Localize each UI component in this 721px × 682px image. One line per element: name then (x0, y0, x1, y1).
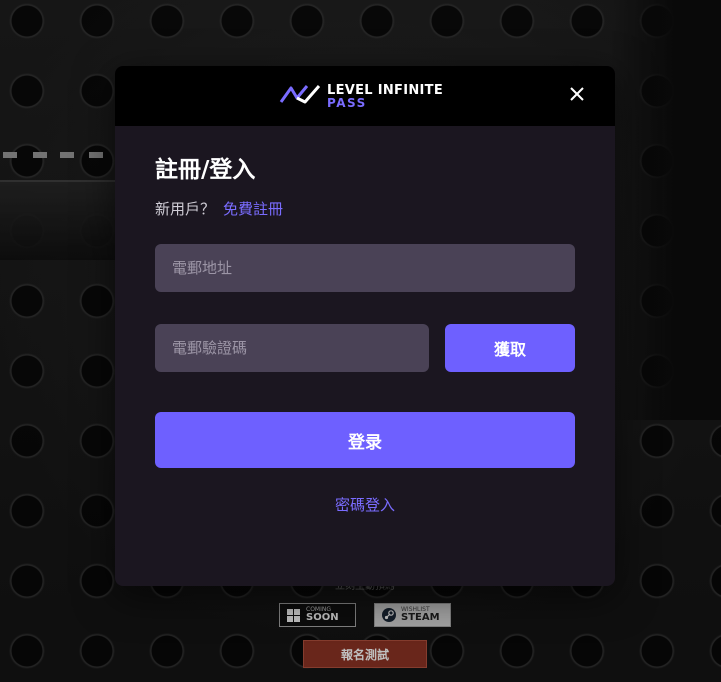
new-user-line: 新用戶？ 免費註冊 (155, 198, 283, 219)
close-icon (569, 86, 585, 106)
password-login-link[interactable]: 密碼登入 (115, 494, 615, 515)
level-infinite-pass-logo: LEVEL INFINITE PASS (279, 83, 454, 109)
modal-header: LEVEL INFINITE PASS (115, 66, 615, 126)
email-field[interactable] (155, 244, 575, 292)
get-code-button[interactable]: 獲取 (445, 324, 575, 372)
logo-text-main: LEVEL INFINITE (327, 82, 444, 98)
register-link[interactable]: 免費註冊 (223, 198, 283, 219)
verification-code-field[interactable] (155, 324, 429, 372)
modal-title: 註冊/登入 (155, 157, 256, 183)
new-user-prompt: 新用戶？ (155, 200, 216, 218)
logo-text-pass: PASS (327, 95, 367, 110)
close-button[interactable] (565, 84, 589, 108)
login-modal: LEVEL INFINITE PASS 註冊/登入 新用戶？ 免費註冊 獲取 登… (115, 66, 615, 586)
login-button[interactable]: 登录 (155, 412, 575, 468)
level-infinite-logo-icon (279, 84, 321, 108)
